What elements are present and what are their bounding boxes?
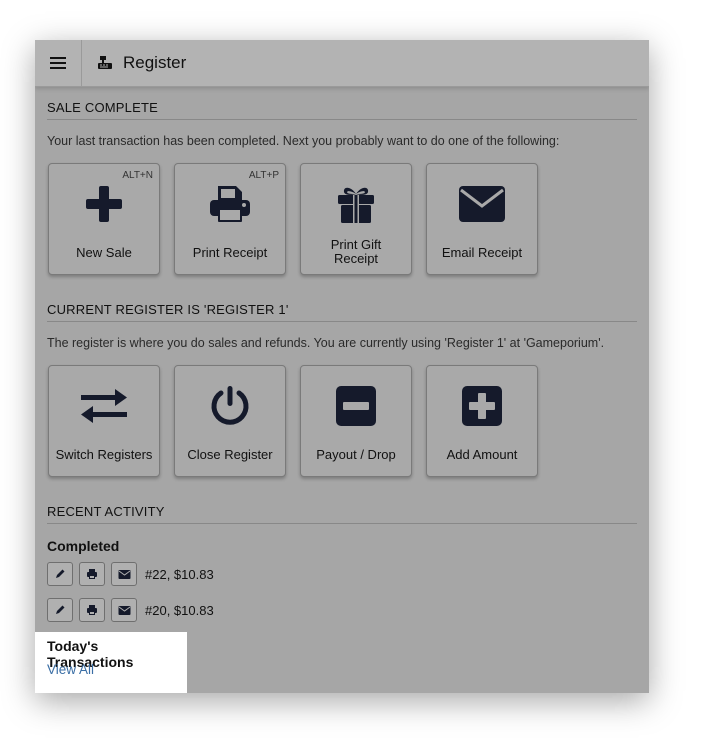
print-receipt-hotkey: ALT+P bbox=[248, 170, 279, 181]
plus-square-icon bbox=[462, 386, 502, 426]
plus-icon bbox=[86, 186, 122, 222]
new-sale-label: New Sale bbox=[76, 245, 132, 260]
email-button[interactable] bbox=[111, 598, 137, 622]
pencil-icon bbox=[56, 605, 65, 614]
current-register-description: The register is where you do sales and r… bbox=[47, 336, 605, 350]
todays-transactions-panel: Today's Transactions View All bbox=[35, 632, 187, 693]
add-amount-button[interactable]: Add Amount bbox=[426, 365, 538, 477]
printer-icon bbox=[87, 569, 97, 579]
printer-icon bbox=[210, 186, 250, 222]
new-sale-button[interactable]: ALT+N New Sale bbox=[48, 163, 160, 275]
printer-icon bbox=[87, 605, 97, 615]
new-sale-hotkey: ALT+N bbox=[122, 170, 153, 181]
recent-activity-heading: RECENT ACTIVITY bbox=[47, 504, 637, 524]
transaction-summary: #20, $10.83 bbox=[145, 602, 214, 618]
pencil-icon bbox=[56, 569, 65, 578]
payout-drop-label: Payout / Drop bbox=[316, 447, 396, 462]
current-register-heading: CURRENT REGISTER IS 'REGISTER 1' bbox=[47, 302, 637, 322]
switch-arrows-icon bbox=[81, 389, 127, 423]
hamburger-menu-button[interactable] bbox=[35, 40, 82, 86]
add-amount-label: Add Amount bbox=[446, 447, 518, 462]
email-button[interactable] bbox=[111, 562, 137, 586]
activity-row: #22, $10.83 bbox=[47, 561, 214, 587]
envelope-icon bbox=[118, 605, 130, 615]
print-gift-receipt-button[interactable]: Print Gift Receipt bbox=[300, 163, 412, 275]
minus-square-icon bbox=[336, 386, 376, 426]
activity-row: #20, $10.83 bbox=[47, 597, 214, 623]
email-receipt-button[interactable]: Email Receipt bbox=[426, 163, 538, 275]
edit-button[interactable] bbox=[47, 562, 73, 586]
switch-registers-label: Switch Registers bbox=[55, 447, 153, 462]
register-window: Register SALE COMPLETE Your last transac… bbox=[35, 40, 649, 693]
payout-drop-button[interactable]: Payout / Drop bbox=[300, 365, 412, 477]
close-register-label: Close Register bbox=[187, 447, 273, 462]
completed-heading: Completed bbox=[47, 538, 120, 554]
switch-registers-button[interactable]: Switch Registers bbox=[48, 365, 160, 477]
envelope-icon bbox=[459, 186, 505, 222]
hamburger-icon bbox=[50, 57, 66, 69]
top-bar: Register bbox=[35, 40, 649, 87]
sale-complete-description: Your last transaction has been completed… bbox=[47, 134, 560, 148]
cash-register-icon bbox=[98, 56, 112, 69]
print-button[interactable] bbox=[79, 562, 105, 586]
sale-complete-heading: SALE COMPLETE bbox=[47, 100, 637, 120]
gift-icon bbox=[338, 187, 374, 223]
print-gift-receipt-label: Print Gift Receipt bbox=[330, 237, 382, 266]
power-icon bbox=[211, 386, 249, 425]
print-button[interactable] bbox=[79, 598, 105, 622]
close-register-button[interactable]: Close Register bbox=[174, 365, 286, 477]
email-receipt-label: Email Receipt bbox=[441, 245, 523, 260]
print-receipt-button[interactable]: ALT+P Print Receipt bbox=[174, 163, 286, 275]
transaction-summary: #22, $10.83 bbox=[145, 566, 214, 582]
print-receipt-label: Print Receipt bbox=[192, 245, 268, 260]
edit-button[interactable] bbox=[47, 598, 73, 622]
page-title: Register bbox=[123, 53, 187, 72]
view-all-link[interactable]: View All bbox=[47, 662, 94, 677]
envelope-icon bbox=[118, 569, 130, 579]
